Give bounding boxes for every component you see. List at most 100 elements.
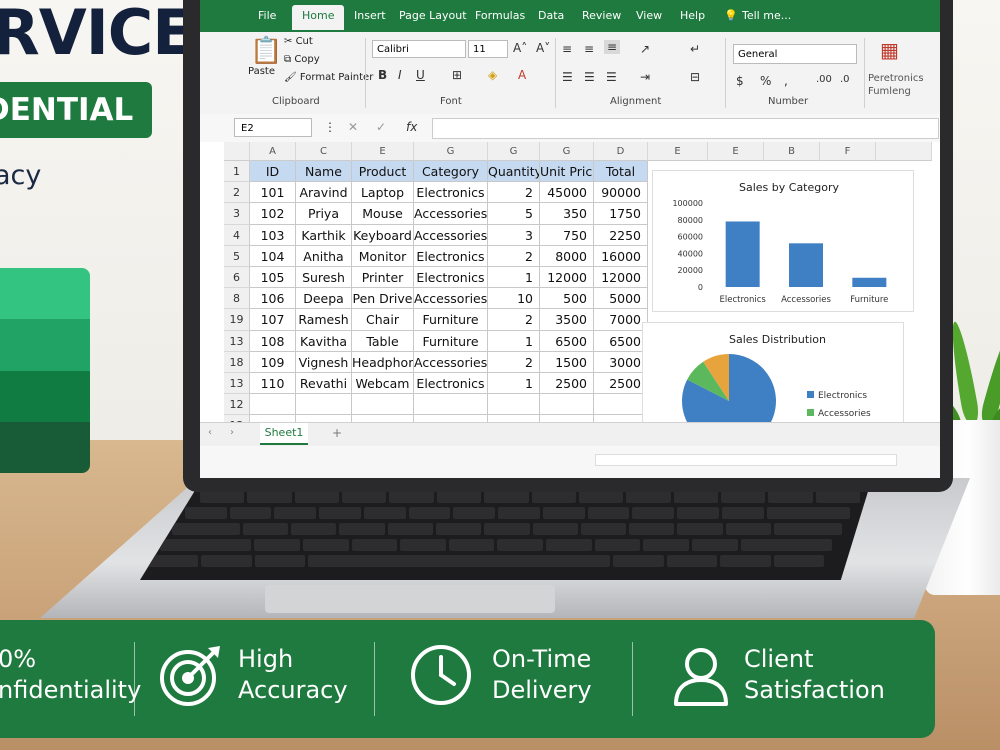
table-header-cell[interactable]: ID: [250, 161, 296, 183]
table-cell[interactable]: Mouse: [352, 203, 414, 225]
table-cell[interactable]: 102: [250, 203, 296, 225]
table-cell[interactable]: 1500: [540, 351, 594, 373]
table-cell[interactable]: Furniture: [414, 309, 488, 331]
cancel-icon[interactable]: ✕: [348, 120, 358, 134]
more-options-icon[interactable]: ⋮: [324, 120, 336, 134]
align-middle-icon[interactable]: ≡: [584, 42, 594, 56]
table-cell[interactable]: 350: [540, 203, 594, 225]
table-cell[interactable]: Aravind: [296, 182, 352, 204]
bar-chart-bar[interactable]: [789, 243, 823, 287]
table-cell[interactable]: 3500: [540, 309, 594, 331]
cut-button[interactable]: ✂ Cut: [284, 36, 313, 47]
tell-me-search[interactable]: Tell me...: [742, 9, 791, 22]
table-cell[interactable]: 5000: [594, 288, 648, 310]
table-cell[interactable]: 2: [488, 351, 540, 373]
table-cell[interactable]: Monitor: [352, 245, 414, 267]
table-cell[interactable]: Vignesh: [296, 351, 352, 373]
table-cell[interactable]: [594, 394, 648, 416]
orientation-icon[interactable]: ↗: [640, 42, 650, 56]
table-cell[interactable]: 109: [250, 351, 296, 373]
table-cell[interactable]: 45000: [540, 182, 594, 204]
format-painter-button[interactable]: 🖌 Format Painter: [284, 72, 373, 83]
table-cell[interactable]: 3: [488, 224, 540, 246]
table-cell[interactable]: Anitha: [296, 245, 352, 267]
column-header[interactable]: G: [488, 142, 540, 161]
scroll-right-icon[interactable]: ›: [230, 427, 234, 438]
table-cell[interactable]: 6500: [594, 330, 648, 352]
tab-data[interactable]: Data: [538, 9, 564, 22]
table-cell[interactable]: 2: [488, 182, 540, 204]
table-cell[interactable]: 90000: [594, 182, 648, 204]
tab-view[interactable]: View: [636, 9, 662, 22]
table-cell[interactable]: 5: [488, 203, 540, 225]
table-cell[interactable]: Accessories: [414, 224, 488, 246]
table-cell[interactable]: 2250: [594, 224, 648, 246]
table-cell[interactable]: 12000: [594, 267, 648, 289]
table-header-cell[interactable]: Name: [296, 161, 352, 183]
row-header[interactable]: 4: [224, 224, 250, 246]
table-cell[interactable]: Suresh: [296, 267, 352, 289]
table-cell[interactable]: 1: [488, 373, 540, 395]
row-header[interactable]: 1: [224, 161, 250, 183]
row-header[interactable]: 2: [224, 182, 250, 204]
formula-input[interactable]: [432, 118, 939, 139]
table-cell[interactable]: [414, 394, 488, 416]
table-cell[interactable]: Deepa: [296, 288, 352, 310]
tab-page-layout[interactable]: Page Layout: [399, 9, 467, 22]
table-cell[interactable]: 6500: [540, 330, 594, 352]
column-header[interactable]: [876, 142, 932, 161]
name-box[interactable]: E2: [234, 118, 312, 137]
table-cell[interactable]: Electronics: [414, 373, 488, 395]
column-header[interactable]: F: [820, 142, 876, 161]
font-name-select[interactable]: Calibri: [372, 40, 466, 58]
column-header[interactable]: E: [352, 142, 414, 161]
clipboard-icon[interactable]: 📋: [250, 36, 282, 66]
decrease-font-icon[interactable]: A˅: [536, 41, 550, 55]
column-header[interactable]: C: [296, 142, 352, 161]
comma-style-icon[interactable]: ,: [784, 74, 788, 88]
paste-button[interactable]: Paste: [248, 66, 275, 77]
table-header-cell[interactable]: Quantity: [488, 161, 540, 183]
row-header[interactable]: 13: [224, 373, 250, 395]
insert-function-icon[interactable]: fx: [406, 120, 417, 134]
table-cell[interactable]: 10: [488, 288, 540, 310]
add-sheet-icon[interactable]: +: [332, 426, 342, 440]
table-cell[interactable]: Pen Drive: [352, 288, 414, 310]
table-cell[interactable]: Printer: [352, 267, 414, 289]
table-cell[interactable]: 7000: [594, 309, 648, 331]
table-cell[interactable]: [296, 394, 352, 416]
copy-button[interactable]: ⧉ Copy: [284, 54, 320, 65]
align-left-icon[interactable]: ☰: [562, 70, 573, 84]
table-cell[interactable]: 106: [250, 288, 296, 310]
column-header[interactable]: G: [414, 142, 488, 161]
decrease-decimal-icon[interactable]: .0: [840, 74, 850, 85]
table-cell[interactable]: 2: [488, 309, 540, 331]
wrap-text-icon[interactable]: ↵: [690, 42, 700, 56]
align-center-icon[interactable]: ☰: [584, 70, 595, 84]
horizontal-scrollbar[interactable]: [595, 454, 897, 466]
table-header-cell[interactable]: Product: [352, 161, 414, 183]
table-cell[interactable]: 107: [250, 309, 296, 331]
row-header[interactable]: 18: [224, 351, 250, 373]
table-cell[interactable]: Ramesh: [296, 309, 352, 331]
align-right-icon[interactable]: ☰: [606, 70, 617, 84]
table-cell[interactable]: Webcam: [352, 373, 414, 395]
percent-icon[interactable]: %: [760, 74, 771, 88]
table-cell[interactable]: Electronics: [414, 182, 488, 204]
table-cell[interactable]: 1: [488, 330, 540, 352]
table-cell[interactable]: 1750: [594, 203, 648, 225]
bar-chart-bar[interactable]: [852, 277, 887, 287]
row-header[interactable]: 6: [224, 267, 250, 289]
table-cell[interactable]: 2500: [540, 373, 594, 395]
increase-decimal-icon[interactable]: .00: [816, 74, 832, 85]
table-cell[interactable]: Chair: [352, 309, 414, 331]
currency-icon[interactable]: $: [736, 74, 744, 88]
table-cell[interactable]: Revathi: [296, 373, 352, 395]
table-cell[interactable]: [352, 394, 414, 416]
table-header-cell[interactable]: Unit Price: [540, 161, 594, 183]
table-cell[interactable]: 500: [540, 288, 594, 310]
conditional-formatting-label[interactable]: Peretronics Fumleng: [868, 72, 928, 98]
table-cell[interactable]: [250, 394, 296, 416]
table-cell[interactable]: 110: [250, 373, 296, 395]
table-cell[interactable]: 2: [488, 245, 540, 267]
